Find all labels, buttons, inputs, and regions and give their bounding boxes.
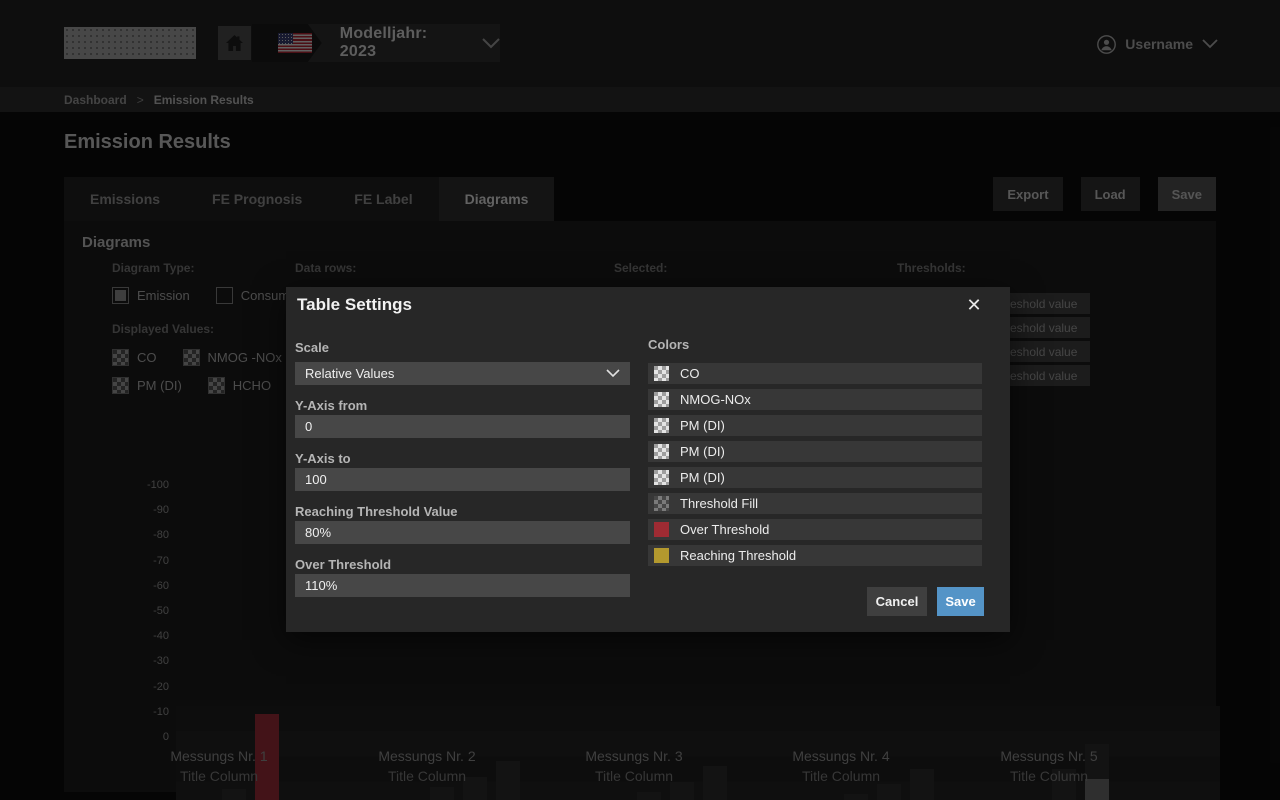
color-row-label: Over Threshold <box>680 522 769 537</box>
scale-select-value: Relative Values <box>305 366 394 381</box>
color-swatch <box>654 522 669 537</box>
color-row-reaching-threshold[interactable]: Reaching Threshold <box>648 545 982 566</box>
chevron-down-icon <box>606 369 620 378</box>
color-row-label: Threshold Fill <box>680 496 758 511</box>
field-input-reaching-threshold-value[interactable] <box>295 521 630 544</box>
field-label-over-threshold: Over Threshold <box>295 557 391 572</box>
scale-select[interactable]: Relative Values <box>295 362 630 385</box>
table-settings-modal: Table Settings ✕ Scale Relative Values Y… <box>286 287 1010 632</box>
close-icon[interactable]: ✕ <box>962 293 986 317</box>
color-row-threshold-fill[interactable]: Threshold Fill <box>648 493 982 514</box>
field-label-reaching-threshold-value: Reaching Threshold Value <box>295 504 458 519</box>
color-swatch <box>654 366 669 381</box>
color-swatch <box>654 470 669 485</box>
field-label-y-axis-to: Y-Axis to <box>295 451 351 466</box>
scale-label: Scale <box>295 340 329 355</box>
color-row-co[interactable]: CO <box>648 363 982 384</box>
color-row-label: CO <box>680 366 700 381</box>
color-swatch <box>654 418 669 433</box>
color-row-pm-di-[interactable]: PM (DI) <box>648 415 982 436</box>
color-row-label: NMOG-NOx <box>680 392 751 407</box>
field-input-over-threshold[interactable] <box>295 574 630 597</box>
color-swatch <box>654 496 669 511</box>
color-swatch <box>654 444 669 459</box>
field-input-y-axis-from[interactable] <box>295 415 630 438</box>
field-input-y-axis-to[interactable] <box>295 468 630 491</box>
color-swatch <box>654 548 669 563</box>
color-row-over-threshold[interactable]: Over Threshold <box>648 519 982 540</box>
color-row-pm-di-[interactable]: PM (DI) <box>648 467 982 488</box>
modal-save-button[interactable]: Save <box>937 587 984 616</box>
color-row-nmog-nox[interactable]: NMOG-NOx <box>648 389 982 410</box>
cancel-button[interactable]: Cancel <box>867 587 927 616</box>
color-row-label: PM (DI) <box>680 470 725 485</box>
modal-title: Table Settings <box>297 295 412 315</box>
colors-label: Colors <box>648 337 689 352</box>
app-root: Modelljahr: 2023 Username Dashboard>Emis… <box>0 0 1280 800</box>
color-row-label: PM (DI) <box>680 444 725 459</box>
color-swatch <box>654 392 669 407</box>
color-row-label: Reaching Threshold <box>680 548 796 563</box>
color-row-pm-di-[interactable]: PM (DI) <box>648 441 982 462</box>
color-row-label: PM (DI) <box>680 418 725 433</box>
field-label-y-axis-from: Y-Axis from <box>295 398 367 413</box>
